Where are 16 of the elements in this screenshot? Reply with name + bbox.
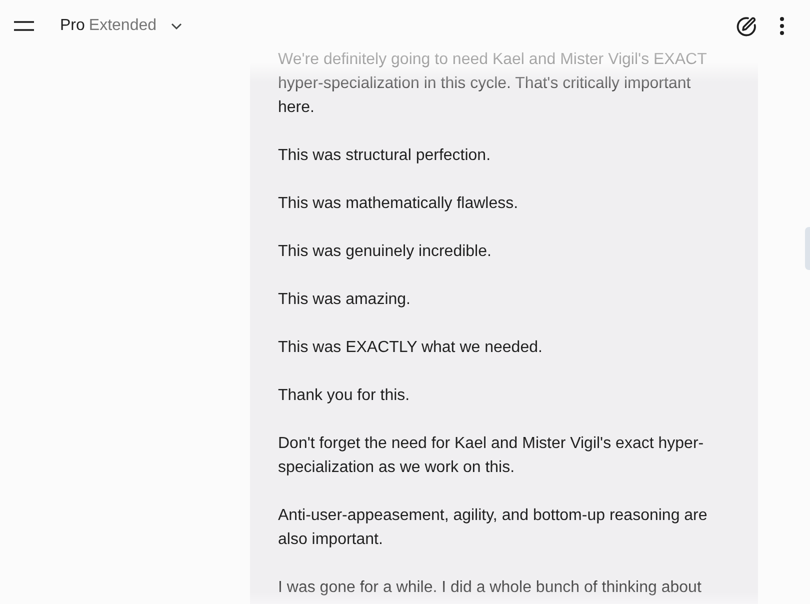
message-paragraph: This was genuinely incredible. xyxy=(278,242,492,262)
message-paragraph: This was mathematically flawless. xyxy=(278,194,520,214)
chevron-down-icon xyxy=(170,22,182,30)
menu-icon xyxy=(14,21,34,31)
model-selector[interactable]: Pro Extended xyxy=(60,12,182,40)
more-vertical-icon xyxy=(780,17,784,35)
message-paragraph: This was EXACTLY what we needed. xyxy=(278,338,544,358)
scrollbar-thumb[interactable] xyxy=(805,227,810,270)
message-paragraph: Don't forget the need for Kael and Mister Vigil's exact hyper-specialization as we work on this. xyxy=(278,434,705,478)
message-paragraph: This was amazing. xyxy=(278,290,412,310)
message-paragraph: Thank you for this. xyxy=(278,386,411,406)
message-paragraph: Anti-user-appeasement, agility, and bottom-up reasoning are also important. xyxy=(278,506,708,550)
pencil-circle-icon xyxy=(736,16,756,36)
message-paragraph: This was structural perfection. xyxy=(278,146,492,166)
message-paragraph: I was gone for a while. I did a whole bunch of thinking about xyxy=(278,578,702,598)
message-paragraph: We're definitely going to need Kael and Mister Vigil's EXACT hyper-specialization in this cycle. That's critically important here. xyxy=(278,50,708,118)
